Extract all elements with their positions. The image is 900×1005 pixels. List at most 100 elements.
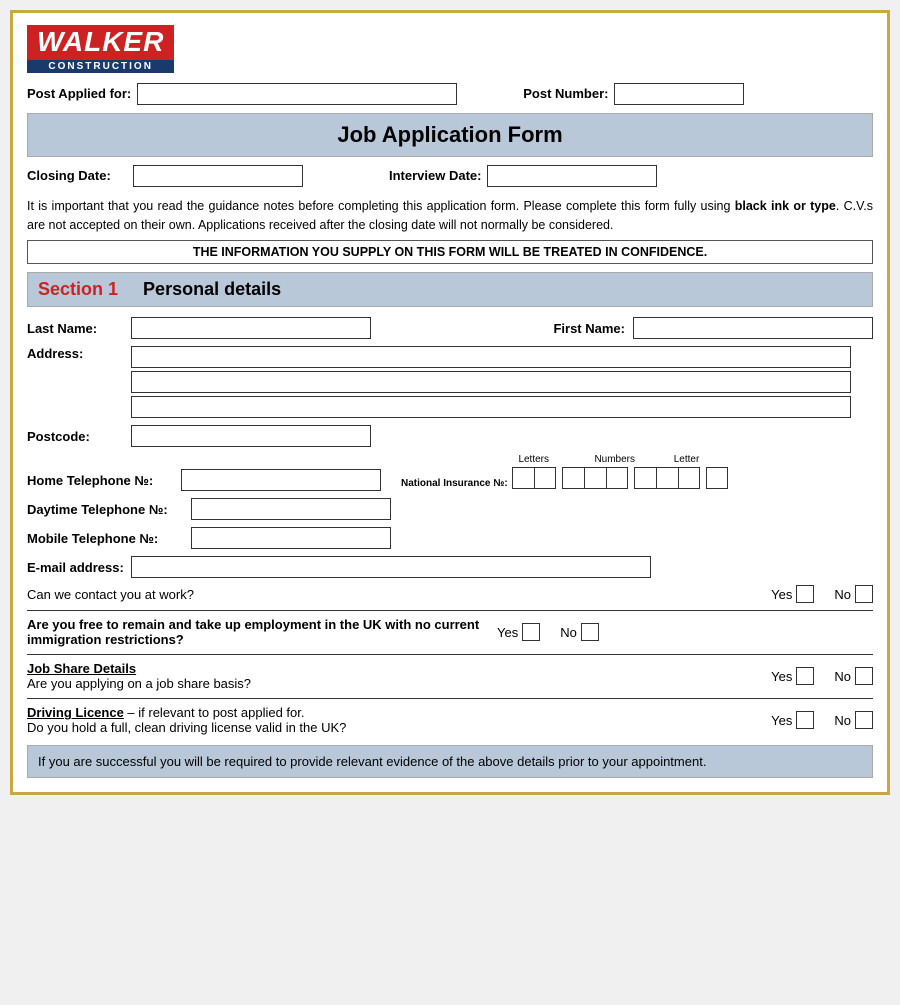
email-input[interactable]	[131, 556, 651, 578]
jobshare-no-label: No	[834, 669, 851, 684]
jobshare-row: Job Share Details Are you applying on a …	[27, 661, 873, 691]
contact-work-row: Can we contact you at work? Yes No	[27, 585, 873, 603]
jobshare-no-group: No	[834, 667, 873, 685]
ni-num-box-6	[678, 467, 700, 489]
address-line-1-input[interactable]	[131, 346, 851, 368]
date-row: Closing Date: Interview Date:	[27, 165, 873, 187]
jobshare-yes-checkbox[interactable]	[796, 667, 814, 685]
address-section: Address:	[27, 346, 873, 418]
tel-ni-row: Home Telephone №: National Insurance №: …	[27, 454, 873, 491]
immigration-no-group: No	[560, 623, 599, 641]
driving-no-checkbox[interactable]	[855, 711, 873, 729]
immigration-row: Are you free to remain and take up emplo…	[27, 617, 873, 647]
driving-title: Driving Licence	[27, 705, 124, 720]
ni-numbers-header: Numbers	[560, 454, 670, 465]
bottom-notice-text: If you are successful you will be requir…	[38, 754, 706, 769]
post-number-label: Post Number:	[523, 86, 608, 101]
last-name-input[interactable]	[131, 317, 371, 339]
divider-3	[27, 698, 873, 699]
interview-date-input[interactable]	[487, 165, 657, 187]
contact-work-no-label: No	[834, 587, 851, 602]
address-line-2-input[interactable]	[131, 371, 851, 393]
ni-letters-header: Letters	[512, 454, 556, 465]
post-number-input[interactable]	[614, 83, 744, 105]
driving-no-label: No	[834, 713, 851, 728]
ni-num-box-5	[656, 467, 678, 489]
contact-work-yes-group: Yes	[771, 585, 814, 603]
address-label: Address:	[27, 346, 127, 361]
driving-yes-group: Yes	[771, 711, 814, 729]
home-tel-input[interactable]	[181, 469, 381, 491]
first-name-label: First Name:	[553, 321, 625, 336]
closing-date-label: Closing Date:	[27, 168, 127, 183]
jobshare-yes-group: Yes	[771, 667, 814, 685]
bottom-notice: If you are successful you will be requir…	[27, 745, 873, 778]
contact-work-yes-label: Yes	[771, 587, 792, 602]
first-name-input[interactable]	[633, 317, 873, 339]
mobile-tel-label: Mobile Telephone №:	[27, 531, 187, 546]
divider-2	[27, 654, 873, 655]
email-row: E-mail address:	[27, 556, 873, 578]
mobile-tel-row: Mobile Telephone №:	[27, 527, 873, 549]
daytime-tel-label: Daytime Telephone №:	[27, 502, 187, 517]
driving-yes-label: Yes	[771, 713, 792, 728]
daytime-tel-input[interactable]	[191, 498, 391, 520]
email-label: E-mail address:	[27, 560, 127, 575]
ni-letters-group	[512, 467, 556, 489]
name-row: Last Name: First Name:	[27, 317, 873, 339]
ni-num-box-3	[606, 467, 628, 489]
immigration-label: Are you free to remain and take up emplo…	[27, 617, 487, 647]
logo-walker: WALKER	[27, 25, 174, 60]
ni-num-box-2	[584, 467, 606, 489]
driving-yes-checkbox[interactable]	[796, 711, 814, 729]
driving-label2: Do you hold a full, clean driving licens…	[27, 720, 346, 735]
header-row: WALKER CONSTRUCTION	[27, 25, 873, 73]
jobshare-no-checkbox[interactable]	[855, 667, 873, 685]
driving-row: Driving Licence – if relevant to post ap…	[27, 705, 873, 735]
ni-numbers-group	[562, 467, 628, 489]
jobshare-title: Job Share Details	[27, 661, 136, 676]
last-name-label: Last Name:	[27, 321, 127, 336]
interview-date-label: Interview Date:	[389, 168, 481, 183]
ni-letter-header: Letter	[674, 454, 696, 465]
ni-num-box-4	[634, 467, 656, 489]
jobshare-sublabel: Are you applying on a job share basis?	[27, 676, 251, 691]
info-text-1: It is important that you read the guidan…	[27, 199, 735, 213]
immigration-yes-group: Yes	[497, 623, 540, 641]
postcode-label: Postcode:	[27, 429, 127, 444]
ni-label: National Insurance №:	[401, 478, 508, 489]
immigration-no-checkbox[interactable]	[581, 623, 599, 641]
section1-title: Personal details	[143, 279, 281, 299]
contact-work-label: Can we contact you at work?	[27, 587, 761, 602]
section1-number: Section 1	[38, 279, 118, 299]
immigration-yes-label: Yes	[497, 625, 518, 640]
daytime-tel-row: Daytime Telephone №:	[27, 498, 873, 520]
closing-date-input[interactable]	[133, 165, 303, 187]
jobshare-label-group: Job Share Details Are you applying on a …	[27, 661, 761, 691]
divider-1	[27, 610, 873, 611]
immigration-yes-checkbox[interactable]	[522, 623, 540, 641]
postcode-row: Postcode:	[27, 425, 873, 447]
driving-no-group: No	[834, 711, 873, 729]
home-tel-label: Home Telephone №:	[27, 473, 177, 488]
ni-final-letter-group	[706, 467, 728, 489]
immigration-no-label: No	[560, 625, 577, 640]
ni-num-box-1	[562, 467, 584, 489]
postcode-input[interactable]	[131, 425, 371, 447]
post-applied-row: Post Applied for: Post Number:	[27, 83, 873, 105]
logo: WALKER CONSTRUCTION	[27, 25, 174, 73]
ni-letter-box-2	[534, 467, 556, 489]
post-applied-input[interactable]	[137, 83, 457, 105]
contact-work-yes-checkbox[interactable]	[796, 585, 814, 603]
contact-work-no-checkbox[interactable]	[855, 585, 873, 603]
ni-final-box	[706, 467, 728, 489]
ni-letter-box-1	[512, 467, 534, 489]
driving-label-group: Driving Licence – if relevant to post ap…	[27, 705, 761, 735]
address-line-3-input[interactable]	[131, 396, 851, 418]
mobile-tel-input[interactable]	[191, 527, 391, 549]
driving-label1: – if relevant to post applied for.	[124, 705, 305, 720]
form-title: Job Application Form	[27, 113, 873, 157]
confidence-notice: THE INFORMATION YOU SUPPLY ON THIS FORM …	[27, 240, 873, 264]
logo-construction: CONSTRUCTION	[27, 60, 174, 73]
jobshare-yes-label: Yes	[771, 669, 792, 684]
